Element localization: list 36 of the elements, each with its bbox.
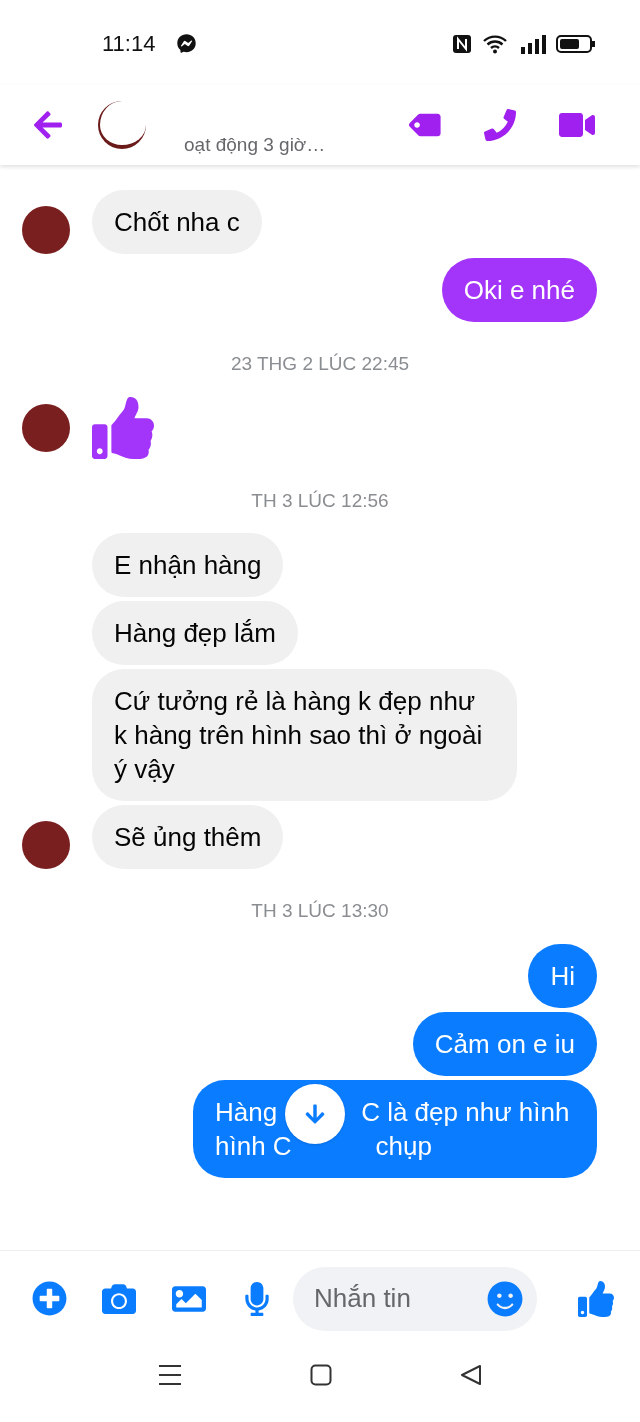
message-text: C là đẹp như hình	[361, 1095, 570, 1129]
camera-icon[interactable]	[100, 1281, 138, 1316]
nfc-icon	[452, 33, 472, 54]
message-bubble: Hi	[528, 943, 597, 1008]
timestamp: TH 3 LÚC 12:56	[251, 488, 389, 513]
timestamp: TH 3 LÚC 13:30	[251, 899, 389, 923]
battery-icon	[556, 33, 596, 54]
back-icon[interactable]	[32, 109, 64, 141]
activity-status: oạt động 3 giờ…	[184, 132, 326, 157]
message-text: Hàng	[215, 1095, 278, 1129]
thumbs-up-icon[interactable]	[578, 1280, 614, 1317]
message-bubble: E nhận hàng	[92, 533, 284, 597]
avatar	[22, 206, 70, 254]
messenger-icon	[177, 34, 197, 53]
status-time: 11:14	[102, 30, 156, 58]
message-bubble: Chốt nha c	[92, 190, 262, 254]
home-icon[interactable]	[310, 1364, 332, 1386]
microphone-icon[interactable]	[243, 1281, 271, 1316]
avatar	[22, 821, 70, 869]
arrow-down-icon	[304, 1102, 326, 1125]
back-icon[interactable]	[460, 1364, 482, 1386]
message-bubble: Sẽ ủng thêm	[92, 805, 284, 869]
message-bubble: Oki e nhé	[441, 258, 597, 322]
timestamp: 23 THG 2 LÚC 22:45	[230, 352, 410, 376]
add-icon[interactable]	[32, 1281, 67, 1316]
message-input[interactable]: Nhắn tin	[293, 1266, 537, 1331]
signal-icon	[520, 33, 546, 54]
message-text: chụp	[375, 1129, 432, 1163]
phone-icon[interactable]	[484, 109, 516, 141]
message-bubble: Hàng đẹp lắm	[92, 601, 298, 665]
avatar	[22, 403, 70, 452]
message-bubble: Cứ tưởng rẻ là hàng k đẹp như k hàng trên hình sao thì ở ngoài ý vậy	[92, 669, 517, 801]
emoji-icon[interactable]	[487, 1280, 523, 1317]
menu-icon[interactable]	[158, 1364, 182, 1386]
message-text: hình C	[215, 1129, 292, 1163]
message-bubble: Cảm on e iu	[412, 1011, 597, 1076]
